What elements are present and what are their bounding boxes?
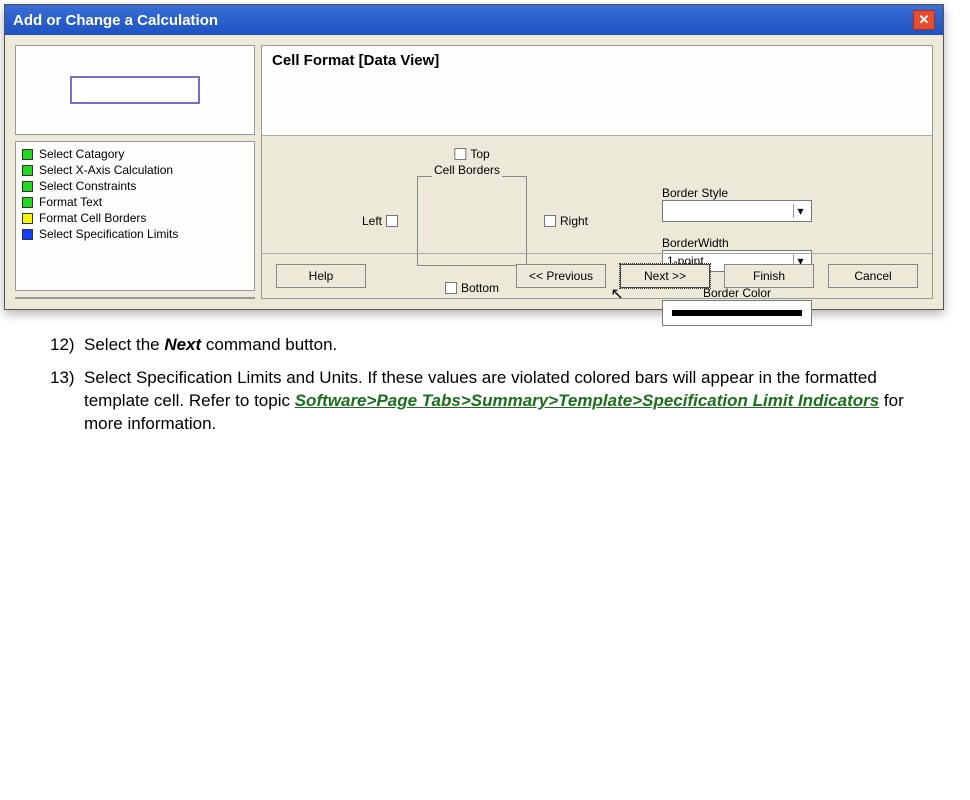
left-border-checkbox[interactable] <box>386 215 398 227</box>
cell-borders-label: Cell Borders <box>432 163 502 177</box>
status-square-icon <box>22 165 33 176</box>
instruction-step-13: 13) Select Specification Limits and Unit… <box>50 367 940 436</box>
right-border-label: Right <box>560 214 588 228</box>
step-text: command button. <box>201 335 337 354</box>
step-label: Format Cell Borders <box>39 211 146 225</box>
form-area: Cell Borders Top Bottom Left <box>262 136 932 253</box>
right-border-option: Right <box>544 214 588 228</box>
step-label: Format Text <box>39 195 102 209</box>
left-spacer-pane <box>15 297 255 299</box>
left-border-option: Left <box>362 214 398 228</box>
step-label: Select Constraints <box>39 179 136 193</box>
step-label: Select X-Axis Calculation <box>39 163 173 177</box>
list-item[interactable]: Format Cell Borders <box>22 210 248 226</box>
help-button[interactable]: Help <box>276 264 366 288</box>
top-border-checkbox[interactable] <box>454 148 466 160</box>
status-square-icon <box>22 213 33 224</box>
list-item[interactable]: Format Text <box>22 194 248 210</box>
cell-preview <box>70 76 200 104</box>
top-border-option: Top <box>454 147 489 161</box>
border-color-picker[interactable] <box>662 300 812 326</box>
status-square-icon <box>22 229 33 240</box>
client-area: Select Catagory Select X-Axis Calculatio… <box>5 35 943 309</box>
cancel-button[interactable]: Cancel <box>828 264 918 288</box>
status-square-icon <box>22 197 33 208</box>
step-text: Select the <box>84 335 164 354</box>
emphasized-word: Next <box>164 335 201 354</box>
step-label: Select Catagory <box>39 147 124 161</box>
cell-preview-pane <box>15 45 255 135</box>
left-border-label: Left <box>362 214 382 228</box>
next-button[interactable]: Next >> <box>620 264 710 288</box>
status-square-icon <box>22 149 33 160</box>
list-item[interactable]: Select Catagory <box>22 146 248 162</box>
left-column: Select Catagory Select X-Axis Calculatio… <box>15 45 255 299</box>
finish-button[interactable]: Finish <box>724 264 814 288</box>
wizard-step-list: Select Catagory Select X-Axis Calculatio… <box>15 141 255 291</box>
border-style-select[interactable]: ▾ <box>662 200 812 222</box>
help-topic-link[interactable]: Software>Page Tabs>Summary>Template>Spec… <box>295 391 879 410</box>
dialog-window: Add or Change a Calculation ✕ Select Cat… <box>4 4 944 310</box>
step-number: 12) <box>50 334 84 357</box>
status-square-icon <box>22 181 33 192</box>
border-width-label: BorderWidth <box>662 236 862 250</box>
titlebar: Add or Change a Calculation ✕ <box>5 5 943 35</box>
right-border-checkbox[interactable] <box>544 215 556 227</box>
chevron-down-icon: ▾ <box>793 204 807 218</box>
step-label: Select Specification Limits <box>39 227 178 241</box>
top-border-label: Top <box>470 147 489 161</box>
wizard-button-row: Help << Previous Next >> Finish Cancel ↖ <box>262 253 932 298</box>
list-item[interactable]: Select X-Axis Calculation <box>22 162 248 178</box>
panel-heading: Cell Format [Data View] <box>262 46 932 136</box>
close-icon[interactable]: ✕ <box>913 10 935 30</box>
step-number: 13) <box>50 367 84 436</box>
right-column: Cell Format [Data View] Cell Borders Top… <box>261 45 933 299</box>
color-swatch <box>672 310 802 316</box>
list-item[interactable]: Select Specification Limits <box>22 226 248 242</box>
previous-button[interactable]: << Previous <box>516 264 606 288</box>
border-style-label: Border Style <box>662 186 862 200</box>
window-title: Add or Change a Calculation <box>13 12 218 29</box>
list-item[interactable]: Select Constraints <box>22 178 248 194</box>
